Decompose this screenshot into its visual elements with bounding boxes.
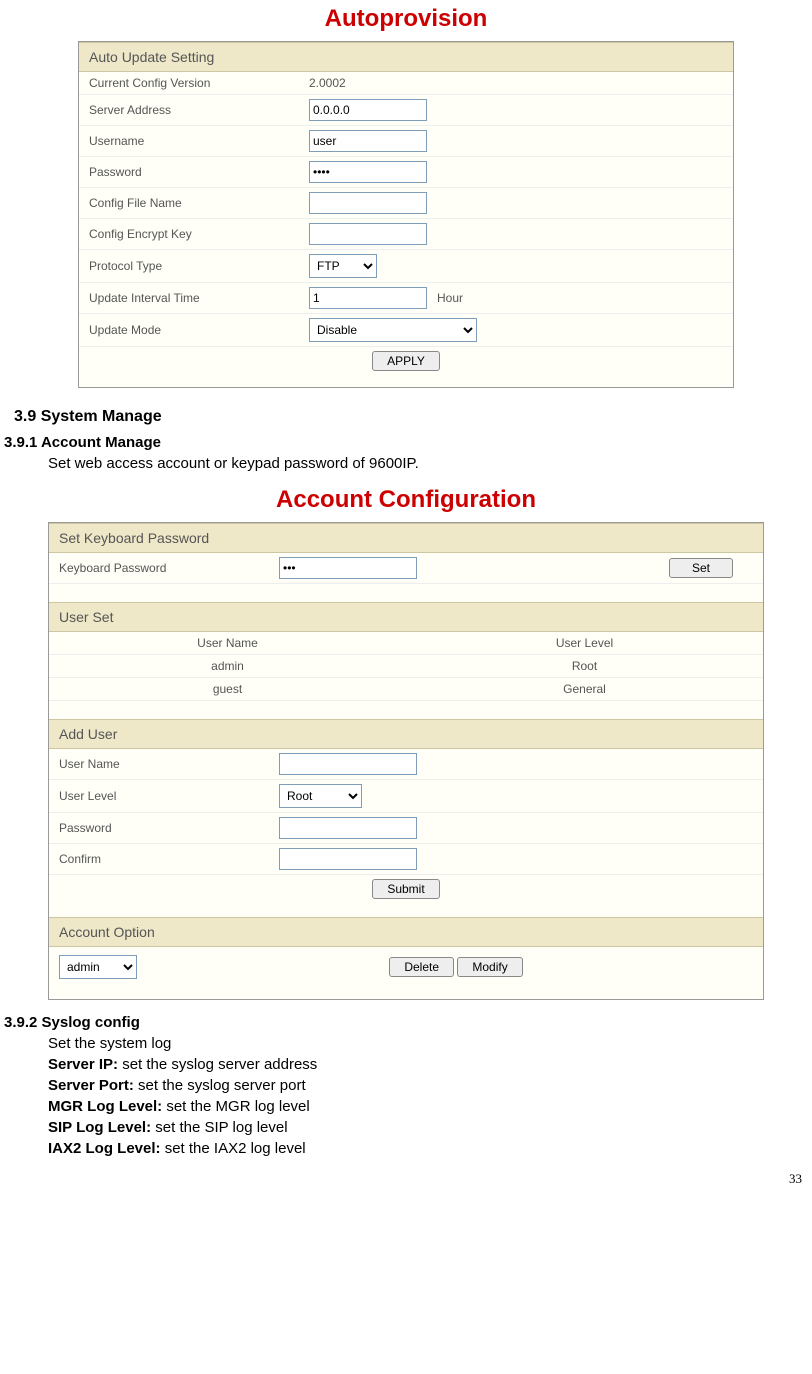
- username-label: Username: [79, 126, 299, 157]
- update-interval-time-label: Update Interval Time: [79, 283, 299, 314]
- protocol-type-label: Protocol Type: [79, 250, 299, 283]
- submit-button[interactable]: Submit: [372, 879, 439, 899]
- protocol-type-select[interactable]: FTP: [309, 254, 377, 278]
- heading-3-9: 3.9 System Manage: [14, 408, 812, 426]
- add-user-password-input[interactable]: [279, 817, 417, 839]
- password-input[interactable]: [309, 161, 427, 183]
- account-option-select[interactable]: admin: [59, 955, 137, 979]
- autoprovision-panel: Auto Update Setting Current Config Versi…: [78, 41, 734, 388]
- add-user-confirm-input[interactable]: [279, 848, 417, 870]
- set-keyboard-password-header: Set Keyboard Password: [49, 523, 763, 553]
- syslog-line: SIP Log Level: set the SIP log level: [48, 1119, 812, 1136]
- table-row: admin Root: [49, 655, 763, 678]
- hour-label: Hour: [437, 291, 463, 305]
- server-address-label: Server Address: [79, 95, 299, 126]
- syslog-line: IAX2 Log Level: set the IAX2 log level: [48, 1140, 812, 1157]
- add-user-level-label: User Level: [49, 780, 269, 813]
- syslog-line: Server Port: set the syslog server port: [48, 1077, 812, 1094]
- current-config-version-value: 2.0002: [299, 72, 733, 95]
- user-name-cell: guest: [49, 678, 406, 701]
- update-interval-time-input[interactable]: [309, 287, 427, 309]
- user-set-header: User Set: [49, 602, 763, 632]
- config-file-name-label: Config File Name: [79, 188, 299, 219]
- apply-button[interactable]: APPLY: [372, 351, 440, 371]
- paragraph-3-9-2: Set the system log: [48, 1035, 812, 1052]
- autoprovision-title: Autoprovision: [0, 5, 812, 33]
- heading-3-9-1: 3.9.1 Account Manage: [4, 434, 812, 451]
- modify-button[interactable]: Modify: [457, 957, 522, 977]
- add-user-name-input[interactable]: [279, 753, 417, 775]
- auto-update-setting-header: Auto Update Setting: [79, 42, 733, 72]
- user-name-header: User Name: [49, 632, 406, 655]
- config-encrypt-key-label: Config Encrypt Key: [79, 219, 299, 250]
- add-user-confirm-label: Confirm: [49, 844, 269, 875]
- user-level-cell: Root: [406, 655, 763, 678]
- password-label: Password: [79, 157, 299, 188]
- username-input[interactable]: [309, 130, 427, 152]
- delete-button[interactable]: Delete: [389, 957, 454, 977]
- page-number: 33: [0, 1161, 812, 1193]
- update-mode-label: Update Mode: [79, 314, 299, 347]
- keyboard-password-input[interactable]: [279, 557, 417, 579]
- update-mode-select[interactable]: Disable: [309, 318, 477, 342]
- user-name-cell: admin: [49, 655, 406, 678]
- add-user-name-label: User Name: [49, 749, 269, 780]
- set-button[interactable]: Set: [669, 558, 733, 578]
- current-config-version-label: Current Config Version: [79, 72, 299, 95]
- account-option-header: Account Option: [49, 917, 763, 947]
- add-user-header: Add User: [49, 719, 763, 749]
- server-address-input[interactable]: [309, 99, 427, 121]
- config-file-name-input[interactable]: [309, 192, 427, 214]
- user-level-header: User Level: [406, 632, 763, 655]
- config-encrypt-key-input[interactable]: [309, 223, 427, 245]
- add-user-password-label: Password: [49, 813, 269, 844]
- account-config-panel: Set Keyboard Password Keyboard Password …: [48, 522, 764, 1000]
- syslog-line: MGR Log Level: set the MGR log level: [48, 1098, 812, 1115]
- table-row: guest General: [49, 678, 763, 701]
- paragraph-3-9-1: Set web access account or keypad passwor…: [48, 455, 812, 472]
- user-level-cell: General: [406, 678, 763, 701]
- account-config-title: Account Configuration: [0, 486, 812, 514]
- heading-3-9-2: 3.9.2 Syslog config: [4, 1014, 812, 1031]
- syslog-line: Server IP: set the syslog server address: [48, 1056, 812, 1073]
- add-user-level-select[interactable]: Root: [279, 784, 362, 808]
- keyboard-password-label: Keyboard Password: [49, 553, 269, 584]
